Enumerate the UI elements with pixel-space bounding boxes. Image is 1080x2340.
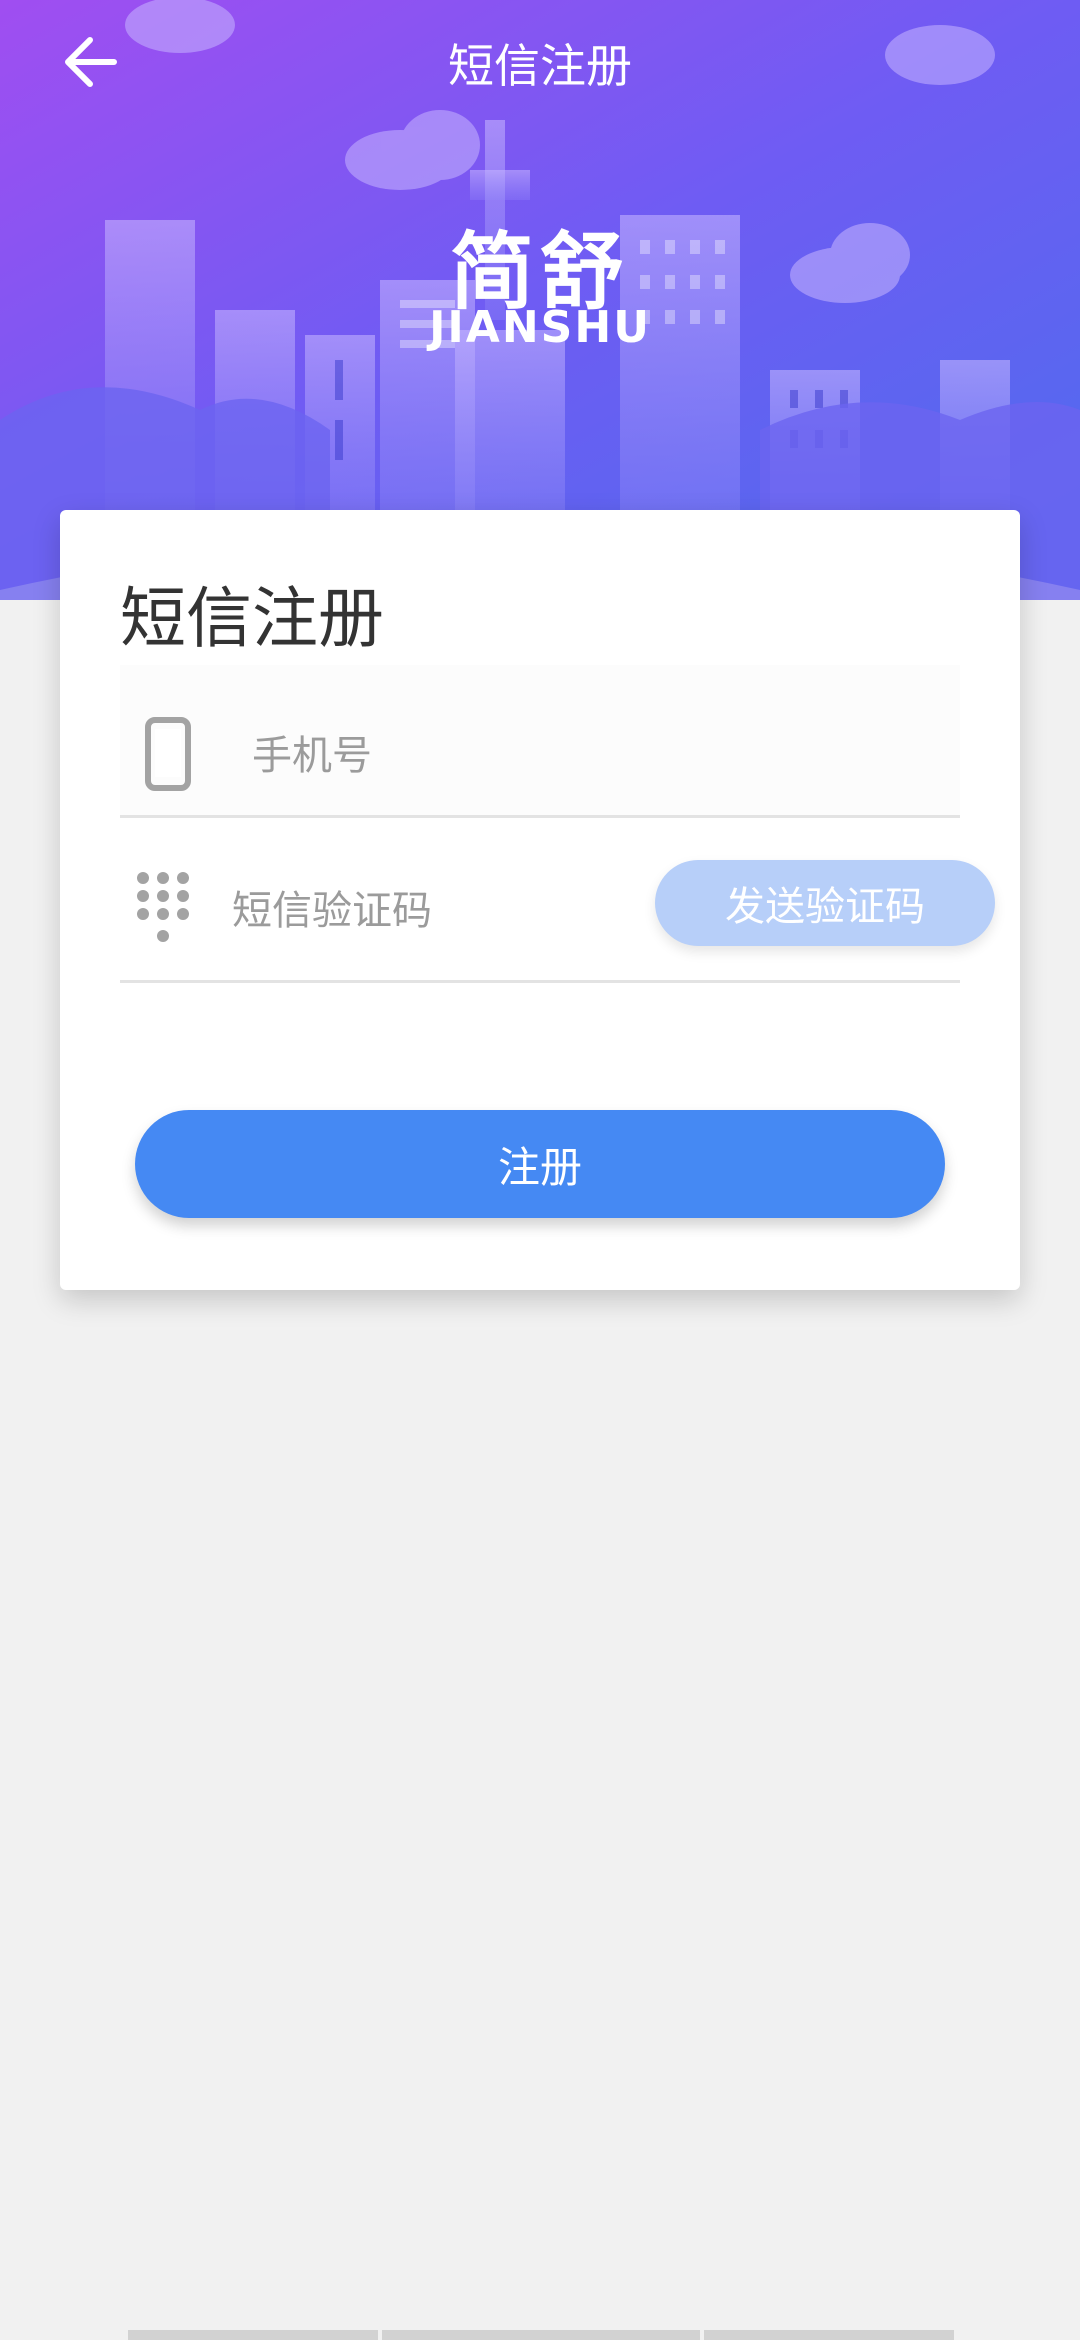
bottom-bar-segment <box>704 2330 954 2340</box>
app-logo-en: JIANSHU <box>429 302 651 353</box>
register-card: 短信注册 发送验证码 注册 <box>60 510 1020 1290</box>
phone-row <box>120 665 960 818</box>
phone-input[interactable] <box>250 720 854 792</box>
bottom-bar-segment <box>382 2330 700 2340</box>
phone-icon <box>145 717 191 791</box>
sms-code-input[interactable] <box>230 875 534 947</box>
register-button[interactable]: 注册 <box>135 1110 945 1218</box>
send-code-button[interactable]: 发送验证码 <box>655 860 995 946</box>
code-row: 发送验证码 <box>120 840 995 983</box>
form-title: 短信注册 <box>120 580 384 657</box>
bottom-bar-segment <box>128 2330 378 2340</box>
keypad-icon <box>137 872 189 942</box>
page-title: 短信注册 <box>448 39 632 93</box>
